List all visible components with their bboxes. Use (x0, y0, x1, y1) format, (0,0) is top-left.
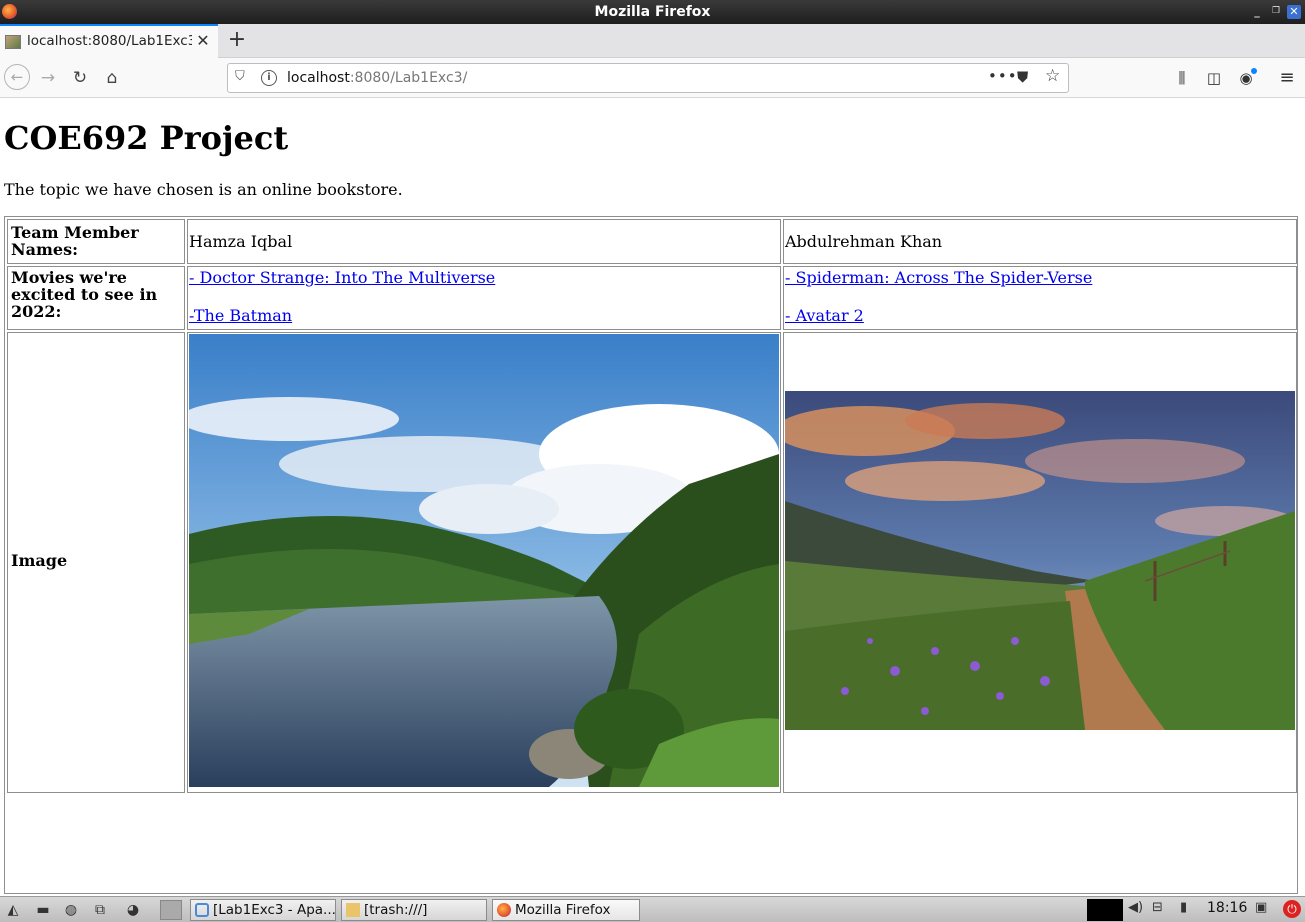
page-content: COE692 Project The topic we have chosen … (0, 99, 1305, 896)
taskbar-task-trash[interactable]: [trash:///] (341, 899, 487, 921)
team-members-header: Team Member Names: (7, 219, 185, 264)
member-1-name: Hamza Iqbal (187, 219, 781, 264)
cpu-monitor-graph (1087, 899, 1123, 921)
site-info-icon[interactable]: i (261, 70, 277, 86)
movies-header: Movies we're excited to see in 2022: (7, 266, 185, 330)
movie-link-doctor-strange[interactable]: - Doctor Strange: Into The Multiverse (189, 268, 779, 287)
power-icon[interactable]: ⏻ (1283, 900, 1301, 918)
hexagon-app-icon (195, 903, 209, 917)
intro-paragraph: The topic we have chosen is an online bo… (4, 180, 403, 199)
tab-title: localhost:8080/Lab1Exc3/ (27, 33, 192, 49)
home-icon[interactable]: ⌂ (100, 66, 124, 90)
member-1-image-cell (187, 332, 781, 793)
notification-dot (1251, 68, 1257, 74)
url-text[interactable]: localhost:8080/Lab1Exc3/ (287, 70, 467, 86)
clipboard-icon[interactable]: ▮ (1180, 900, 1187, 915)
member-1-movies: - Doctor Strange: Into The Multiverse -T… (187, 266, 781, 330)
task-label: [trash:///] (364, 902, 428, 918)
sidebar-toggle-icon[interactable]: ◫ (1203, 67, 1225, 89)
new-tab-plus-icon[interactable]: + (226, 26, 248, 54)
volume-icon[interactable]: ◀) (1128, 900, 1143, 915)
page-actions-more-icon[interactable]: ••• (988, 67, 1018, 85)
minimize-icon[interactable]: _ (1250, 5, 1264, 19)
navigation-toolbar: ← → ↻ ⌂ ⛉ i localhost:8080/Lab1Exc3/ •••… (0, 58, 1305, 98)
meadow-path-image (785, 391, 1295, 730)
firefox-task-icon (497, 903, 511, 917)
tab-strip: localhost:8080/Lab1Exc3/ ✕ + (0, 24, 1305, 58)
forward-arrow-icon[interactable]: → (36, 66, 60, 90)
movie-link-spiderman[interactable]: - Spiderman: Across The Spider-Verse (785, 268, 1295, 287)
close-window-icon[interactable]: ✕ (1287, 5, 1301, 19)
member-2-movies: - Spiderman: Across The Spider-Verse - A… (783, 266, 1297, 330)
member-2-name: Abdulrehman Khan (783, 219, 1297, 264)
bookmark-star-icon[interactable]: ☆ (1045, 66, 1060, 86)
member-2-image-cell (783, 332, 1297, 793)
movie-link-the-batman[interactable]: -The Batman (189, 306, 779, 325)
taskbar-task-firefox[interactable]: Mozilla Firefox (492, 899, 640, 921)
tab-active[interactable]: localhost:8080/Lab1Exc3/ ✕ (0, 24, 218, 58)
pocket-icon[interactable]: ⛊ (1017, 68, 1028, 86)
start-menu-icon[interactable]: ◭ (2, 900, 24, 920)
show-desktop-icon[interactable]: ⧉ (89, 900, 111, 920)
library-icon[interactable]: ⫼ (1171, 67, 1193, 89)
folder-icon (346, 903, 360, 917)
url-path: :8080/Lab1Exc3/ (349, 70, 468, 86)
task-label: Mozilla Firefox (515, 902, 611, 918)
project-table: Team Member Names: Hamza Iqbal Abdulrehm… (4, 216, 1298, 894)
task-label: [Lab1Exc3 - Apa... (213, 902, 336, 918)
window-title: Mozilla Firefox (594, 4, 711, 20)
movie-link-avatar-2[interactable]: - Avatar 2 (785, 306, 1295, 325)
reload-icon[interactable]: ↻ (68, 66, 92, 90)
url-bar[interactable]: ⛉ i localhost:8080/Lab1Exc3/ ••• ⛊ ☆ (227, 63, 1069, 93)
screen-icon[interactable]: ▣ (1255, 900, 1267, 915)
tracking-shield-icon[interactable]: ⛉ (235, 69, 245, 84)
system-taskbar: ◭ ▬ ◍ ⧉ ◕ [Lab1Exc3 - Apa... [trash:///]… (0, 896, 1305, 922)
clock[interactable]: 18:16 (1207, 900, 1247, 916)
image-header-label: Image (11, 551, 68, 570)
window-titlebar: Mozilla Firefox _ ❐ ✕ (0, 0, 1305, 24)
firefox-launcher-icon[interactable]: ◕ (122, 900, 144, 920)
hamburger-menu-icon[interactable]: ≡ (1276, 67, 1298, 89)
page-favicon-icon (5, 35, 21, 49)
file-manager-icon[interactable]: ▬ (32, 900, 54, 920)
page-heading: COE692 Project (4, 119, 289, 157)
maximize-icon[interactable]: ❐ (1269, 5, 1283, 19)
back-arrow-icon[interactable]: ← (4, 64, 30, 90)
firefox-icon (2, 4, 17, 19)
network-icon[interactable]: ⊟ (1152, 900, 1163, 915)
url-host: localhost (287, 70, 350, 86)
account-icon[interactable]: ◉ (1235, 67, 1257, 89)
network-globe-icon[interactable]: ◍ (60, 900, 82, 920)
taskbar-task-apache[interactable]: [Lab1Exc3 - Apa... (190, 899, 336, 921)
workspace-switcher[interactable] (160, 900, 182, 920)
river-landscape-image (189, 334, 779, 787)
image-header-cell: Image (7, 332, 185, 793)
tab-close-icon[interactable]: ✕ (194, 31, 212, 51)
